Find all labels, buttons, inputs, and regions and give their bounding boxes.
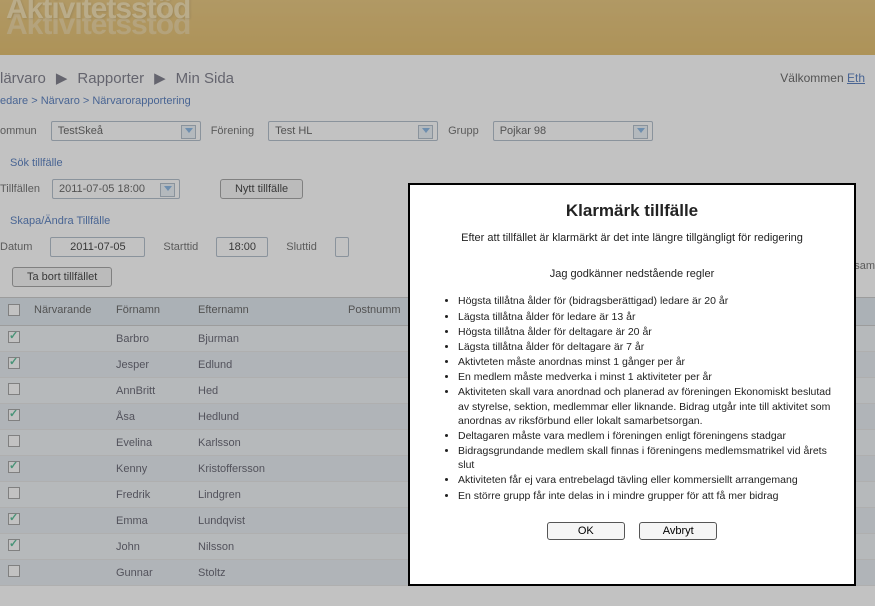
rule-item: Aktiviteten får ej vara entrebelagd tävl…	[458, 473, 836, 487]
rule-item: En medlem måste medverka i minst 1 aktiv…	[458, 370, 836, 384]
rule-item: Lägsta tillåtna ålder för deltagare är 7…	[458, 340, 836, 354]
rule-item: Högsta tillåtna ålder för deltagare är 2…	[458, 325, 836, 339]
rule-item: Lägsta tillåtna ålder för ledare är 13 å…	[458, 310, 836, 324]
rule-item: En större grupp får inte delas in i mind…	[458, 489, 836, 503]
cancel-button[interactable]: Avbryt	[639, 522, 717, 540]
modal-approve-text: Jag godkänner nedstående regler	[428, 268, 836, 280]
chevron-down-icon	[164, 186, 172, 191]
rule-item: Deltagaren måste vara medlem i föreninge…	[458, 429, 836, 443]
rule-item: Aktivteten måste anordnas minst 1 gånger…	[458, 355, 836, 369]
chevron-down-icon	[185, 128, 193, 133]
chevron-down-icon	[422, 128, 430, 133]
modal-subtitle: Efter att tillfället är klarmärkt är det…	[428, 231, 836, 246]
rules-list: Högsta tillåtna ålder för (bidragsberätt…	[428, 294, 836, 502]
ok-button[interactable]: OK	[547, 522, 625, 540]
rule-item: Högsta tillåtna ålder för (bidragsberätt…	[458, 294, 836, 308]
rule-item: Aktiviteten skall vara anordnad och plan…	[458, 385, 836, 428]
modal-title: Klarmärk tillfälle	[428, 201, 836, 221]
chevron-down-icon	[637, 128, 645, 133]
rule-item: Bidragsgrundande medlem skall finnas i f…	[458, 444, 836, 472]
klarmark-modal: Klarmärk tillfälle Efter att tillfället …	[408, 183, 856, 586]
